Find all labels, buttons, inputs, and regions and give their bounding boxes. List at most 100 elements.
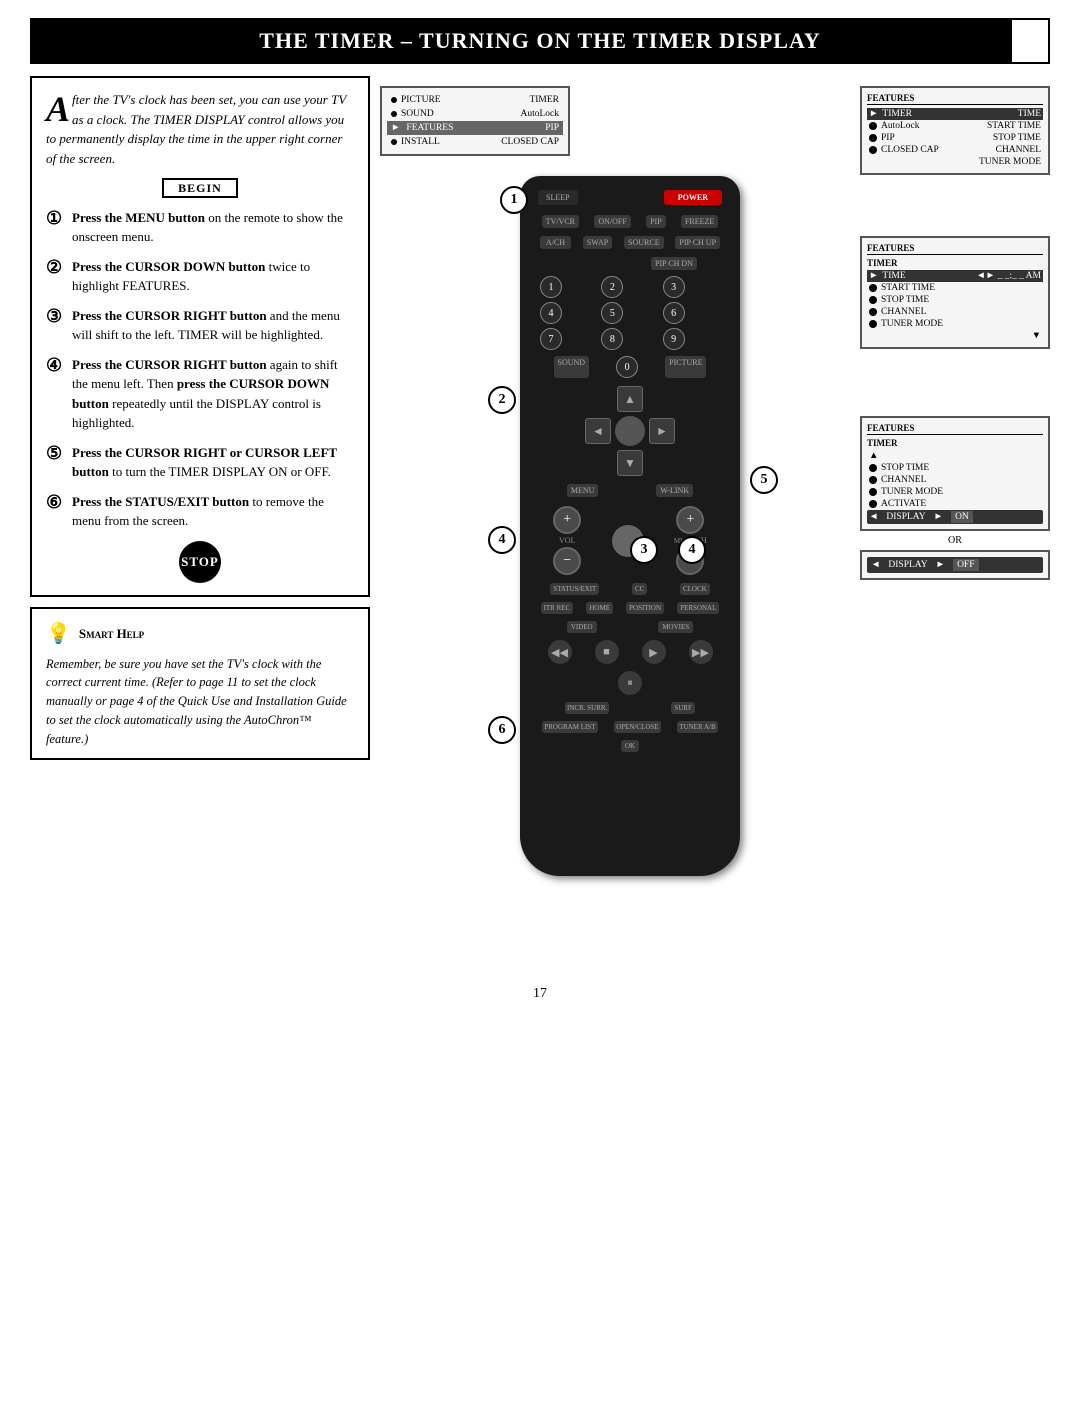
vol-down-btn[interactable]: − (553, 547, 581, 575)
vol-up-btn[interactable]: + (553, 506, 581, 534)
drop-cap: A (46, 94, 70, 125)
ach-btn[interactable]: A/CH (540, 236, 571, 249)
overlay-step-5: 5 (750, 466, 778, 494)
swap-btn[interactable]: SWAP (583, 236, 612, 249)
feat1-title: FEATURES (867, 93, 1043, 105)
feat1-empty: TUNER MODE (867, 156, 1043, 168)
step-1-text: Press the MENU button on the remote to s… (72, 208, 354, 247)
step-6-num: ⑥ (46, 492, 66, 514)
menu-btn[interactable]: MENU (567, 484, 599, 497)
cc-btn[interactable]: CC (632, 583, 647, 595)
ch-up-btn[interactable]: + (676, 506, 704, 534)
display-off-row: ◄DISPLAY►OFF (867, 557, 1043, 573)
feat2-time: ►TIME◄► _ _:_ _ AM (867, 270, 1043, 282)
feat3-title: FEATURES (867, 423, 1043, 435)
pipch-dn[interactable]: PIP CH DN (651, 257, 697, 270)
video-btn[interactable]: VIDEO (567, 621, 597, 633)
bulb-icon: 💡 (46, 619, 71, 649)
menu-row-install: INSTALL CLOSED CAP (387, 135, 563, 149)
header-corner-box (1010, 18, 1050, 64)
rewind-btn[interactable]: ◀◀ (548, 640, 572, 664)
feat1-pip: PIPSTOP TIME (867, 132, 1043, 144)
status-exit-btn[interactable]: STATUS/EXIT (550, 583, 599, 595)
step-4-num: ④ (46, 355, 66, 377)
wlink-btn[interactable]: W-LINK (656, 484, 693, 497)
overlay-step-1: 1 (500, 186, 528, 214)
ffwd-btn[interactable]: ▶▶ (689, 640, 713, 664)
menu-row-picture: PICTURE TIMER (387, 93, 563, 107)
num-1-btn[interactable]: 1 (540, 276, 562, 298)
clock-btn[interactable]: CLOCK (680, 583, 710, 595)
itrrec-btn[interactable]: ITR REC (541, 602, 574, 614)
pause-btn[interactable]: ⏸ (618, 671, 642, 695)
tuner-ab-btn[interactable]: TUNER A/B (677, 721, 717, 733)
sleep-btn[interactable]: SLEEP (538, 190, 578, 205)
stop-icon-area: STOP (46, 541, 354, 583)
num-6-btn[interactable]: 6 (663, 302, 685, 324)
empty1 (563, 257, 593, 270)
cursor-right-btn[interactable]: ► (649, 418, 675, 444)
page-header: THE TIMER – TURNING ON THE TIMER DISPLAY (30, 18, 1050, 64)
feat3-channel: CHANNEL (867, 474, 1043, 486)
surf-btn[interactable]: SURF (671, 702, 695, 714)
picture-btn[interactable]: PICTURE (665, 356, 706, 378)
step-1: ① Press the MENU button on the remote to… (46, 208, 354, 247)
step-4-text: Press the CURSOR RIGHT button again to s… (72, 355, 354, 433)
overlay-step-6: 6 (488, 716, 516, 744)
stop-circle: STOP (179, 541, 221, 583)
cursor-left-btn[interactable]: ◄ (585, 418, 611, 444)
num-0-btn[interactable]: 0 (616, 356, 638, 378)
cursor-down-btn[interactable]: ▼ (617, 450, 643, 476)
overlay-step-4: 4 (678, 536, 706, 564)
num-2-btn[interactable]: 2 (601, 276, 623, 298)
display-off-panel: ◄DISPLAY►OFF (860, 550, 1050, 580)
smart-help-title: 💡 Smart Help (46, 619, 354, 649)
step-1-num: ① (46, 208, 66, 230)
feat1-closedcap: CLOSED CAPCHANNEL (867, 144, 1043, 156)
num-5-btn[interactable]: 5 (601, 302, 623, 324)
feat3-subtitle: TIMER (867, 438, 1043, 448)
home-btn[interactable]: HOME (586, 602, 613, 614)
instructions-box: After the TV's clock has been set, you c… (30, 76, 370, 597)
num-4-btn[interactable]: 4 (540, 302, 562, 324)
step-2-text: Press the CURSOR DOWN button twice to hi… (72, 257, 354, 296)
cursor-up-btn[interactable]: ▲ (617, 386, 643, 412)
feat3-activate: ACTIVATE (867, 498, 1043, 510)
open-close-btn[interactable]: OPEN/CLOSE (614, 721, 660, 733)
position-btn[interactable]: POSITION (626, 602, 664, 614)
feat3-stoptime: STOP TIME (867, 462, 1043, 474)
num-9-btn[interactable]: 9 (663, 328, 685, 350)
num-8-btn[interactable]: 8 (601, 328, 623, 350)
movies-btn[interactable]: MOVIES (658, 621, 693, 633)
personal-btn[interactable]: PERSONAL (677, 602, 719, 614)
step-4: ④ Press the CURSOR RIGHT button again to… (46, 355, 354, 433)
smart-help-text: Remember, be sure you have set the TV's … (46, 655, 354, 749)
onoff-btn[interactable]: ON/OFF (594, 215, 630, 228)
remote-area: PICTURE TIMER SOUND AutoLock ► (380, 76, 1050, 936)
ok-btn[interactable]: OK (621, 740, 639, 752)
overlay-step-3: 3 (630, 536, 658, 564)
freeze-btn[interactable]: FREEZE (681, 215, 718, 228)
overlay-step-2b: 4 (488, 526, 516, 554)
incr-surr-btn[interactable]: INCR. SURR. (565, 702, 609, 714)
num-3-btn[interactable]: 3 (663, 276, 685, 298)
step-5-text: Press the CURSOR RIGHT or CURSOR LEFT bu… (72, 443, 354, 482)
or-text: OR (860, 535, 1050, 546)
num-7-btn[interactable]: 7 (540, 328, 562, 350)
step-6-text: Press the STATUS/EXIT button to remove t… (72, 492, 354, 531)
feat2-channel: CHANNEL (867, 306, 1043, 318)
overlay-step-2: 2 (488, 386, 516, 414)
program-list-btn[interactable]: PROGRAM LIST (542, 721, 597, 733)
page-number: 17 (0, 986, 1080, 1012)
pip-btn[interactable]: PIP (646, 215, 666, 228)
features-panel-2: FEATURES TIMER ►TIME◄► _ _:_ _ AM START … (860, 236, 1050, 349)
source-btn[interactable]: SOURCE (624, 236, 664, 249)
power-btn[interactable]: POWER (664, 190, 722, 205)
sound-btn[interactable]: SOUND (554, 356, 590, 378)
step-5: ⑤ Press the CURSOR RIGHT or CURSOR LEFT … (46, 443, 354, 482)
tvvcr-btn[interactable]: TV/VCR (542, 215, 579, 228)
stop-btn[interactable]: ■ (595, 640, 619, 664)
pipch-btn[interactable]: PIP CH UP (675, 236, 720, 249)
step-3: ③ Press the CURSOR RIGHT button and the … (46, 306, 354, 345)
play-btn[interactable]: ▶ (642, 640, 666, 664)
